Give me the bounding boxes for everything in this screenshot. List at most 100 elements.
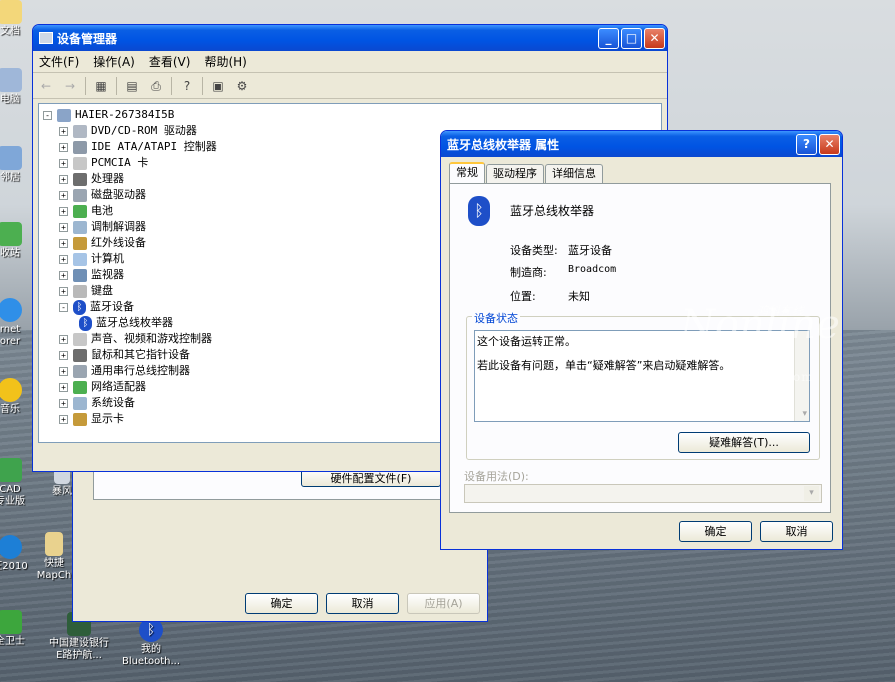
- menu-file[interactable]: 文件(F): [39, 53, 79, 70]
- device-category-icon: [73, 268, 87, 282]
- tree-node-label: 通用串行总线控制器: [91, 364, 190, 377]
- general-tab-panel: ᛒ 蓝牙总线枚举器 设备类型: 蓝牙设备 制造商: Broadcom 位置: 未…: [449, 183, 831, 513]
- tree-node[interactable]: + 通用串行总线控制器: [59, 363, 190, 379]
- bluetooth-icon: ᛒ: [79, 315, 92, 331]
- internet-explorer-icon: [0, 298, 22, 322]
- tree-node[interactable]: + 电池: [59, 203, 113, 219]
- tree-node[interactable]: + IDE ATA/ATAPI 控制器: [59, 139, 217, 155]
- tab-driver[interactable]: 驱动程序: [486, 164, 544, 183]
- watermark-url: www.nb591.com: [700, 370, 814, 384]
- tree-node-label: 电池: [91, 204, 113, 217]
- device-category-icon: [73, 284, 87, 298]
- tree-node[interactable]: + 显示卡: [59, 411, 124, 427]
- desktop-icon-label: CAD 专业版: [0, 484, 25, 507]
- expand-icon[interactable]: +: [59, 398, 68, 408]
- tree-node-label: IDE ATA/ATAPI 控制器: [91, 140, 217, 153]
- tree-root[interactable]: - HAIER-267384I5B: [43, 107, 174, 123]
- tree-node[interactable]: + 声音、视频和游戏控制器: [59, 331, 212, 347]
- scan-hardware-icon[interactable]: ▣: [209, 78, 227, 94]
- menu-action[interactable]: 操作(A): [93, 53, 135, 70]
- expand-icon[interactable]: +: [59, 142, 68, 152]
- apply-button[interactable]: 应用(A): [407, 593, 480, 614]
- expand-icon[interactable]: +: [59, 350, 68, 360]
- expand-icon[interactable]: +: [59, 174, 68, 184]
- manufacturer-value: Broadcom: [568, 264, 617, 275]
- scroll-down-icon[interactable]: ▾: [802, 409, 807, 419]
- expand-icon[interactable]: +: [59, 270, 68, 280]
- tree-node[interactable]: + 计算机: [59, 251, 124, 267]
- chevron-down-icon: ▾: [804, 486, 819, 501]
- device-category-icon: [73, 252, 87, 266]
- tree-node[interactable]: + 调制解调器: [59, 219, 146, 235]
- tree-node-label: 蓝牙总线枚举器: [96, 316, 173, 329]
- device-category-icon: [73, 380, 87, 394]
- expand-icon[interactable]: +: [59, 190, 68, 200]
- tree-node-label: DVD/CD-ROM 驱动器: [91, 124, 197, 137]
- device-category-icon: [73, 396, 87, 410]
- toolbar-separator: [116, 76, 117, 95]
- tree-node[interactable]: + 网络适配器: [59, 379, 146, 395]
- maximize-button[interactable]: □: [621, 27, 642, 49]
- device-category-icon: [73, 236, 87, 250]
- forward-arrow-icon[interactable]: →: [61, 78, 79, 94]
- help-icon[interactable]: ?: [178, 78, 196, 94]
- cad-icon: [0, 458, 22, 482]
- tree-node[interactable]: ᛒ 蓝牙总线枚举器: [79, 315, 173, 331]
- collapse-icon[interactable]: -: [59, 302, 68, 312]
- tree-node[interactable]: + 监视器: [59, 267, 124, 283]
- expand-icon[interactable]: +: [59, 366, 68, 376]
- tree-view-icon[interactable]: ▦: [92, 78, 110, 94]
- close-button[interactable]: ✕: [819, 133, 840, 155]
- expand-icon[interactable]: +: [59, 414, 68, 424]
- properties-titlebar[interactable]: 蓝牙总线枚举器 属性 ? ✕: [441, 131, 842, 157]
- expand-icon[interactable]: +: [59, 222, 68, 232]
- bluetooth-icon: ᛒ: [73, 299, 86, 315]
- tree-node[interactable]: + 处理器: [59, 171, 124, 187]
- tab-general[interactable]: 常规: [449, 162, 485, 183]
- shortcut-icon: [45, 532, 63, 556]
- troubleshoot-button[interactable]: 疑难解答(T)...: [678, 432, 810, 453]
- expand-icon[interactable]: +: [59, 238, 68, 248]
- expand-icon[interactable]: +: [59, 126, 68, 136]
- update-driver-icon[interactable]: ⚙: [233, 78, 251, 94]
- desktop-icon-label: 暴风: [52, 486, 72, 497]
- ok-button[interactable]: 确定: [679, 521, 752, 542]
- expand-icon[interactable]: +: [59, 286, 68, 296]
- tree-node[interactable]: - ᛒ 蓝牙设备: [59, 299, 134, 315]
- properties-icon[interactable]: ▤: [123, 78, 141, 94]
- expand-icon[interactable]: +: [59, 382, 68, 392]
- back-arrow-icon[interactable]: ←: [37, 78, 55, 94]
- device-usage-select[interactable]: ▾: [464, 484, 822, 503]
- tree-node[interactable]: + DVD/CD-ROM 驱动器: [59, 123, 197, 139]
- ok-button[interactable]: 确定: [245, 593, 318, 614]
- watermark-cn: 鸿科在线: [756, 304, 805, 318]
- expand-icon[interactable]: +: [59, 206, 68, 216]
- collapse-icon[interactable]: -: [43, 110, 52, 120]
- tree-node-label: PCMCIA 卡: [91, 156, 149, 169]
- tree-node[interactable]: + 红外线设备: [59, 235, 146, 251]
- cancel-button[interactable]: 取消: [760, 521, 833, 542]
- expand-icon[interactable]: +: [59, 334, 68, 344]
- tree-node[interactable]: + 系统设备: [59, 395, 135, 411]
- menu-help[interactable]: 帮助(H): [204, 53, 246, 70]
- desktop-icon-security[interactable]: 全卫士: [0, 610, 40, 648]
- tree-node-label: 红外线设备: [91, 236, 146, 249]
- expand-icon[interactable]: +: [59, 254, 68, 264]
- tree-node-label: 磁盘驱动器: [91, 188, 146, 201]
- tree-node-label: 网络适配器: [91, 380, 146, 393]
- tree-node[interactable]: + 鼠标和其它指针设备: [59, 347, 190, 363]
- tab-details[interactable]: 详细信息: [545, 164, 603, 183]
- cancel-button[interactable]: 取消: [326, 593, 399, 614]
- tree-node[interactable]: + PCMCIA 卡: [59, 155, 148, 171]
- help-button[interactable]: ?: [796, 133, 817, 155]
- tree-node[interactable]: + 键盘: [59, 283, 113, 299]
- print-icon[interactable]: ⎙: [147, 78, 165, 94]
- desktop-icon-bluetooth[interactable]: ᛒ 我的 Bluetooth...: [112, 618, 190, 668]
- menu-view[interactable]: 查看(V): [149, 53, 191, 70]
- desktop-icon-label: 音乐: [0, 404, 20, 415]
- device-manager-titlebar[interactable]: 设备管理器 _ □ ✕: [33, 25, 667, 51]
- tree-node[interactable]: + 磁盘驱动器: [59, 187, 146, 203]
- close-button[interactable]: ✕: [644, 27, 665, 49]
- expand-icon[interactable]: +: [59, 158, 68, 168]
- minimize-button[interactable]: _: [598, 27, 619, 49]
